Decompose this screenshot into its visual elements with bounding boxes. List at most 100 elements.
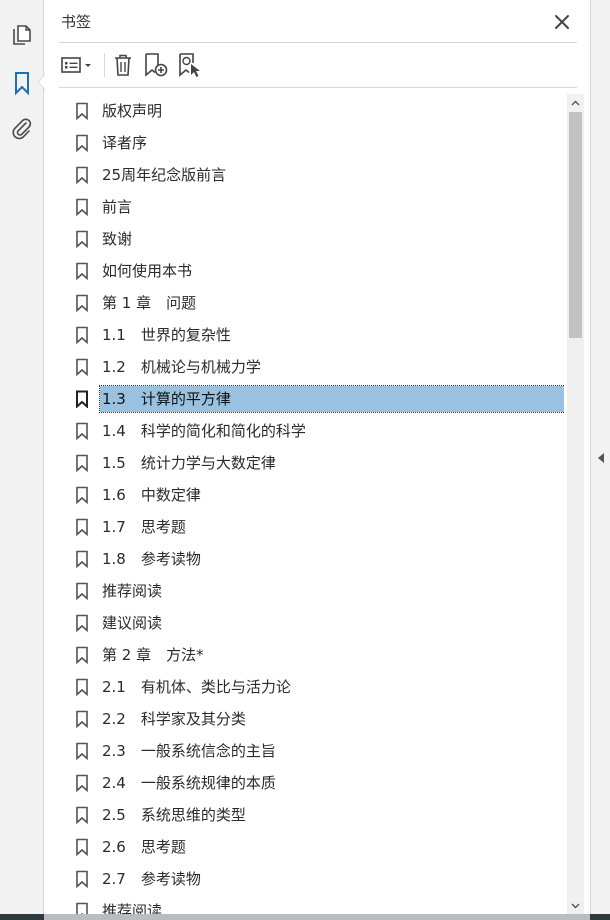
bookmark-label: 1.7 思考题 — [102, 518, 186, 536]
active-panel-pointer — [38, 74, 45, 90]
bookmark-icon — [76, 646, 88, 664]
bookmarks-panel: 书签 版权声明 译者序 25周年纪念版前言 前言 致谢 如何使用本书 第 1 章… — [45, 0, 590, 914]
bookmark-label: 1.5 统计力学与大数定律 — [102, 454, 276, 472]
bookmark-icon — [76, 710, 88, 728]
bookmark-label: 如何使用本书 — [102, 262, 193, 280]
collapse-strip — [590, 0, 610, 914]
bookmark-icon — [76, 742, 88, 760]
bookmark-item[interactable]: 如何使用本书 — [75, 258, 564, 284]
pages-icon — [13, 25, 31, 45]
bookmark-item[interactable]: 1.6 中数定律 — [75, 482, 564, 508]
vertical-scrollbar[interactable] — [567, 94, 584, 914]
bookmark-item[interactable]: 2.5 系统思维的类型 — [75, 802, 564, 828]
bookmark-icon — [76, 582, 88, 600]
bookmark-label: 1.2 机械论与机械力学 — [102, 358, 261, 376]
bookmark-label: 2.4 一般系统规律的本质 — [102, 774, 276, 792]
bookmark-label: 版权声明 — [102, 102, 163, 120]
bookmarks-panel-button[interactable] — [8, 69, 36, 97]
scrollbar-thumb[interactable] — [569, 112, 582, 338]
bookmark-label: 译者序 — [102, 134, 148, 152]
bookmark-label: 1.1 世界的复杂性 — [102, 326, 231, 344]
bookmark-label: 第 1 章 问题 — [102, 294, 197, 312]
divider — [59, 42, 577, 43]
list-options-icon — [61, 57, 91, 73]
bookmark-item[interactable]: 1.7 思考题 — [75, 514, 564, 540]
bookmark-item[interactable]: 2.2 科学家及其分类 — [75, 706, 564, 732]
bottom-bar-segment — [44, 914, 590, 920]
bookmark-item[interactable]: 致谢 — [75, 226, 564, 252]
bookmark-icon — [76, 806, 88, 824]
close-icon — [555, 15, 569, 29]
delete-bookmark-button[interactable] — [111, 50, 135, 80]
page-thumbnails-button[interactable] — [8, 22, 36, 50]
bookmark-item[interactable]: 版权声明 — [75, 98, 564, 124]
triangle-left-icon — [598, 453, 604, 463]
chevron-up-icon — [571, 100, 580, 105]
bookmark-item[interactable]: 推荐阅读 — [75, 578, 564, 604]
bookmark-item[interactable]: 2.6 思考题 — [75, 834, 564, 860]
bookmark-label: 25周年纪念版前言 — [102, 166, 227, 184]
bookmark-icon — [76, 838, 88, 856]
bookmark-item[interactable]: 2.3 一般系统信念的主旨 — [75, 738, 564, 764]
bookmark-label: 2.6 思考题 — [102, 838, 186, 856]
bookmark-item[interactable]: 25周年纪念版前言 — [75, 162, 564, 188]
bookmark-label: 推荐阅读 — [102, 582, 163, 600]
bookmark-item[interactable]: 2.7 参考读物 — [75, 866, 564, 892]
bookmark-list: 版权声明译者序 25周年纪念版前言 前言致谢如何使用本书第 1 章 问题 1.1 世界… — [59, 94, 564, 914]
bookmark-label: 2.3 一般系统信念的主旨 — [102, 742, 276, 760]
scroll-down-button[interactable] — [567, 897, 584, 914]
bookmark-icon — [76, 262, 88, 280]
bookmark-icon — [76, 358, 88, 376]
bookmark-label: 推荐阅读 — [102, 902, 163, 914]
bookmark-icon — [15, 72, 29, 95]
bookmark-label: 2.5 系统思维的类型 — [102, 806, 246, 824]
bookmark-item[interactable]: 1.5 统计力学与大数定律 — [75, 450, 564, 476]
bookmark-item[interactable]: 2.4 一般系统规律的本质 — [75, 770, 564, 796]
bookmark-item[interactable]: 译者序 — [75, 130, 564, 156]
bookmark-label: 1.6 中数定律 — [102, 486, 201, 504]
bookmark-label: 2.1 有机体、类比与活力论 — [102, 678, 291, 696]
bookmark-icon — [76, 390, 88, 408]
scroll-up-button[interactable] — [567, 94, 584, 111]
toolbar-separator — [104, 53, 105, 77]
bookmark-item[interactable]: 2.1 有机体、类比与活力论 — [75, 674, 564, 700]
bookmark-label: 建议阅读 — [102, 614, 163, 632]
collapse-panel-button[interactable] — [594, 448, 608, 468]
close-panel-button[interactable] — [552, 12, 572, 32]
panel-title: 书签 — [61, 13, 92, 31]
bottom-bar — [0, 914, 610, 920]
bookmark-item[interactable]: 第 2 章 方法* — [75, 642, 564, 668]
divider — [59, 87, 577, 88]
bookmark-icon — [76, 454, 88, 472]
bookmark-label: 2.7 参考读物 — [102, 870, 201, 888]
bookmark-label: 第 2 章 方法* — [102, 646, 204, 664]
bookmark-icon — [76, 198, 88, 216]
bookmarks-toolbar — [59, 50, 577, 80]
bookmark-item[interactable]: 1.3 计算的平方律 — [75, 385, 564, 413]
bookmark-label: 致谢 — [102, 230, 133, 248]
bookmark-label: 1.8 参考读物 — [102, 550, 201, 568]
bookmark-item[interactable]: 前言 — [75, 194, 564, 220]
bookmark-item[interactable]: 1.1 世界的复杂性 — [75, 322, 564, 348]
find-current-bookmark-button[interactable] — [177, 50, 203, 80]
bookmark-icon — [76, 550, 88, 568]
bookmark-item[interactable]: 1.2 机械论与机械力学 — [75, 354, 564, 380]
bookmark-label: 前言 — [102, 198, 133, 216]
bookmark-item[interactable]: 建议阅读 — [75, 610, 564, 636]
navigation-rail — [0, 0, 45, 914]
bookmark-icon — [76, 518, 88, 536]
bookmark-icon — [76, 774, 88, 792]
paperclip-icon — [12, 118, 32, 140]
bookmark-icon — [76, 326, 88, 344]
bookmark-item[interactable]: 第 1 章 问题 — [75, 290, 564, 316]
bookmark-icon — [76, 870, 88, 888]
attachments-button[interactable] — [8, 114, 36, 142]
bookmark-icon — [76, 166, 88, 184]
bookmark-item[interactable]: 1.8 参考读物 — [75, 546, 564, 572]
bookmark-item[interactable]: 推荐阅读 — [75, 898, 564, 914]
bookmark-item[interactable]: 1.4 科学的简化和简化的科学 — [75, 418, 564, 444]
options-menu-button[interactable] — [59, 50, 97, 80]
bookmark-icon — [76, 614, 88, 632]
new-bookmark-button[interactable] — [143, 50, 169, 80]
trash-icon — [115, 54, 131, 76]
